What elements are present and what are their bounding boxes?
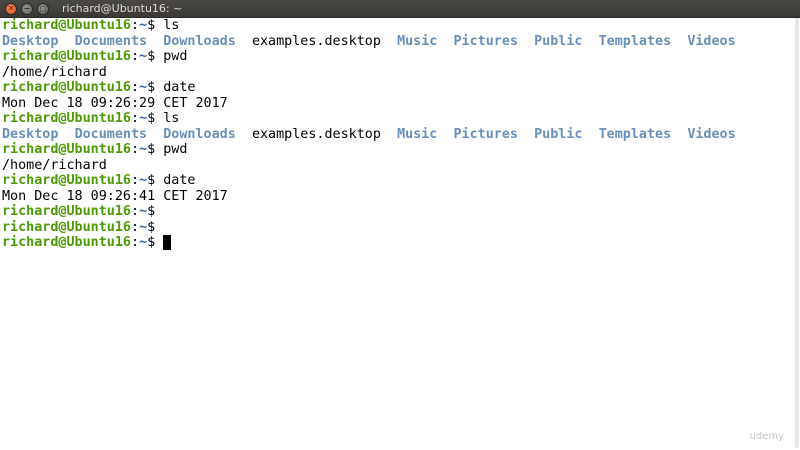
prompt-path: ~ bbox=[139, 235, 148, 250]
prompt-path: ~ bbox=[139, 219, 148, 235]
terminal-line: Mon Dec 18 09:26:29 CET 2017 bbox=[2, 96, 792, 112]
prompt-user: richard@Ubuntu16 bbox=[2, 80, 131, 95]
terminal-output[interactable]: richard@Ubuntu16:~$ ls Desktop Documents … bbox=[2, 18, 792, 450]
ls-directory: Music bbox=[397, 33, 438, 49]
terminal-line: richard@Ubuntu16:~$ pwd bbox=[2, 49, 792, 65]
prompt-user: richard@Ubuntu16 bbox=[2, 219, 131, 235]
prompt-user: richard@Ubuntu16 bbox=[2, 173, 131, 188]
terminal-line: richard@Ubuntu16:~$ date bbox=[2, 80, 792, 96]
prompt-symbol: $ bbox=[147, 204, 164, 219]
prompt-symbol: $ bbox=[147, 219, 164, 235]
ls-directory: Pictures bbox=[453, 126, 519, 142]
prompt-symbol: $ bbox=[147, 173, 164, 188]
ls-directory: Music bbox=[397, 126, 438, 142]
prompt-user: richard@Ubuntu16 bbox=[2, 235, 131, 250]
output-text: /home/richard bbox=[2, 64, 107, 80]
ls-directory: Videos bbox=[687, 126, 736, 142]
ls-directory: Videos bbox=[687, 33, 736, 49]
maximize-icon: □ bbox=[39, 5, 47, 13]
ls-directory: Documents bbox=[74, 33, 148, 49]
command-text: pwd bbox=[163, 142, 188, 157]
terminal-window: ✕ − □ richard@Ubuntu16: ~ richard@Ubuntu… bbox=[0, 0, 800, 450]
terminal-line: richard@Ubuntu16:~$ bbox=[2, 204, 792, 220]
prompt-separator: : bbox=[131, 49, 140, 64]
prompt-separator: : bbox=[131, 142, 140, 157]
prompt-path: ~ bbox=[139, 18, 148, 33]
prompt-path: ~ bbox=[139, 173, 148, 188]
maximize-button[interactable]: □ bbox=[37, 3, 49, 15]
prompt-symbol: $ bbox=[147, 235, 164, 250]
prompt-path: ~ bbox=[139, 204, 148, 219]
ls-directory: Downloads bbox=[163, 126, 236, 142]
terminal-line: /home/richard bbox=[2, 158, 792, 174]
close-button[interactable]: ✕ bbox=[5, 3, 17, 15]
terminal-line: richard@Ubuntu16:~$ ls bbox=[2, 111, 792, 127]
ls-file: examples.desktop bbox=[251, 33, 381, 49]
prompt-symbol: $ bbox=[147, 18, 164, 33]
prompt-symbol: $ bbox=[147, 111, 164, 126]
output-text: Mon Dec 18 09:26:41 CET 2017 bbox=[2, 188, 228, 204]
minimize-button[interactable]: − bbox=[21, 3, 33, 15]
watermark: udemy bbox=[749, 431, 785, 442]
prompt-separator: : bbox=[131, 173, 140, 188]
prompt-separator: : bbox=[131, 80, 140, 95]
terminal-line: Desktop Documents Downloads examples.des… bbox=[2, 34, 792, 50]
prompt-user: richard@Ubuntu16 bbox=[2, 204, 131, 219]
ls-directory: Documents bbox=[74, 126, 148, 142]
command-text: date bbox=[163, 173, 196, 188]
terminal-line: richard@Ubuntu16:~$ bbox=[2, 235, 792, 251]
terminal-line: Mon Dec 18 09:26:41 CET 2017 bbox=[2, 189, 792, 205]
prompt-user: richard@Ubuntu16 bbox=[2, 142, 131, 157]
command-text: ls bbox=[163, 18, 180, 33]
ls-directory: Desktop bbox=[2, 33, 59, 49]
ls-directory: Desktop bbox=[2, 126, 59, 142]
prompt-path: ~ bbox=[139, 49, 148, 64]
ls-directory: Public bbox=[534, 33, 583, 49]
output-text: Mon Dec 18 09:26:29 CET 2017 bbox=[2, 95, 228, 111]
terminal-line: richard@Ubuntu16:~$ date bbox=[2, 173, 792, 189]
prompt-path: ~ bbox=[139, 80, 148, 95]
ls-directory: Downloads bbox=[163, 33, 236, 49]
terminal-line: richard@Ubuntu16:~$ bbox=[2, 220, 792, 236]
terminal-line: Desktop Documents Downloads examples.des… bbox=[2, 127, 792, 143]
prompt-user: richard@Ubuntu16 bbox=[2, 18, 131, 33]
command-text: date bbox=[163, 80, 196, 95]
prompt-separator: : bbox=[131, 204, 140, 219]
ls-directory: Templates bbox=[598, 33, 672, 49]
prompt-path: ~ bbox=[139, 142, 148, 157]
terminal-line: /home/richard bbox=[2, 65, 792, 81]
ls-file: examples.desktop bbox=[251, 126, 381, 142]
command-text: ls bbox=[163, 111, 180, 126]
command-text: pwd bbox=[163, 49, 188, 64]
scrollbar-thumb[interactable] bbox=[795, 18, 799, 448]
prompt-path: ~ bbox=[139, 111, 148, 126]
prompt-separator: : bbox=[131, 219, 140, 235]
terminal-line: richard@Ubuntu16:~$ ls bbox=[2, 18, 792, 34]
prompt-user: richard@Ubuntu16 bbox=[2, 49, 131, 64]
prompt-separator: : bbox=[131, 235, 140, 250]
text-cursor bbox=[163, 235, 172, 250]
prompt-symbol: $ bbox=[147, 80, 164, 95]
terminal-line: richard@Ubuntu16:~$ pwd bbox=[2, 142, 792, 158]
scrollbar[interactable] bbox=[794, 18, 800, 450]
ls-directory: Pictures bbox=[453, 33, 519, 49]
minimize-icon: − bbox=[23, 4, 31, 13]
close-icon: ✕ bbox=[7, 4, 15, 13]
title-bar[interactable]: ✕ − □ richard@Ubuntu16: ~ bbox=[0, 0, 800, 18]
ls-directory: Templates bbox=[598, 126, 672, 142]
window-title: richard@Ubuntu16: ~ bbox=[62, 2, 183, 15]
prompt-user: richard@Ubuntu16 bbox=[2, 111, 131, 126]
prompt-symbol: $ bbox=[147, 49, 164, 64]
ls-directory: Public bbox=[534, 126, 583, 142]
prompt-separator: : bbox=[131, 18, 140, 33]
output-text: /home/richard bbox=[2, 157, 107, 173]
prompt-symbol: $ bbox=[147, 142, 164, 157]
prompt-separator: : bbox=[131, 111, 140, 126]
